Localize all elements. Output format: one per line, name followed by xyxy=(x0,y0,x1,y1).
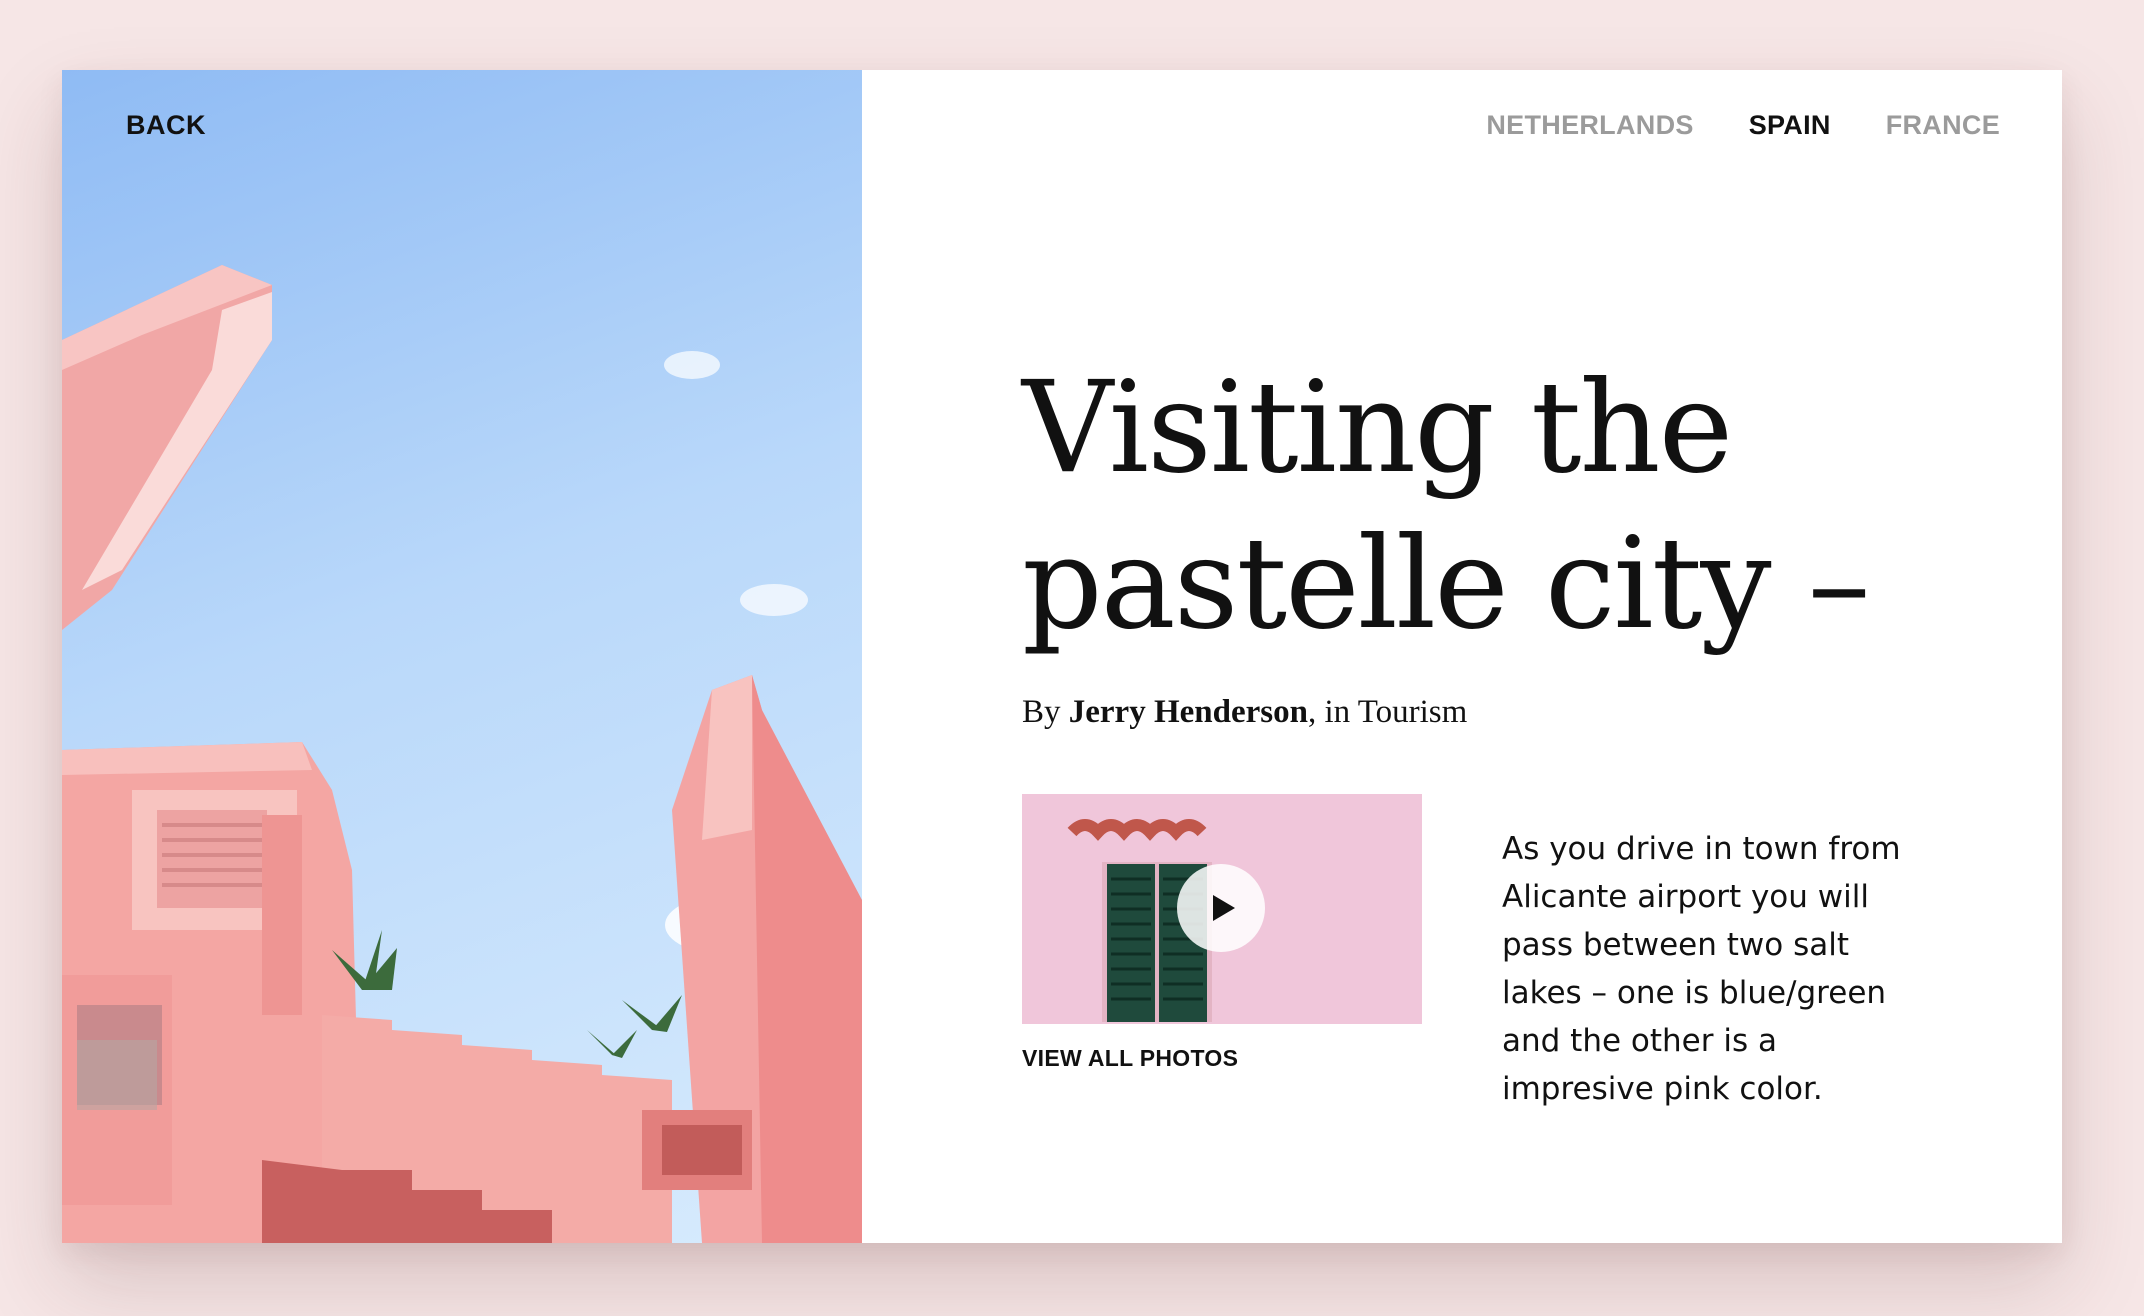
nav-item-netherlands[interactable]: NETHERLANDS xyxy=(1486,110,1693,141)
play-button[interactable] xyxy=(1177,864,1265,952)
article-title-line-1: Visiting the xyxy=(1022,354,1733,501)
country-nav: NETHERLANDS SPAIN FRANCE xyxy=(1486,110,2000,141)
byline-prefix: By xyxy=(1022,694,1069,730)
view-all-photos-link[interactable]: VIEW ALL PHOTOS xyxy=(1022,1045,1238,1072)
pink-building-illustration xyxy=(62,265,862,1243)
category-name: Tourism xyxy=(1357,694,1468,730)
article-title-line-2: pastelle city – xyxy=(1022,510,1871,657)
byline: By Jerry Henderson, in Tourism xyxy=(1022,694,1467,731)
byline-separator: , in xyxy=(1307,694,1358,730)
hero-image xyxy=(62,70,862,1243)
nav-item-spain[interactable]: SPAIN xyxy=(1749,110,1831,141)
back-button[interactable]: BACK xyxy=(126,110,206,141)
article-title: Visiting the pastelle city – xyxy=(1022,350,1922,662)
author-name: Jerry Henderson xyxy=(1068,694,1308,730)
play-icon xyxy=(1213,895,1235,921)
nav-item-france[interactable]: FRANCE xyxy=(1886,110,2000,141)
video-thumbnail[interactable] xyxy=(1022,794,1422,1024)
article-card: BACK NETHERLANDS SPAIN FRANCE Visiting t… xyxy=(62,70,2062,1243)
article-body: As you drive in town from Alicante airpo… xyxy=(1502,831,1901,1107)
